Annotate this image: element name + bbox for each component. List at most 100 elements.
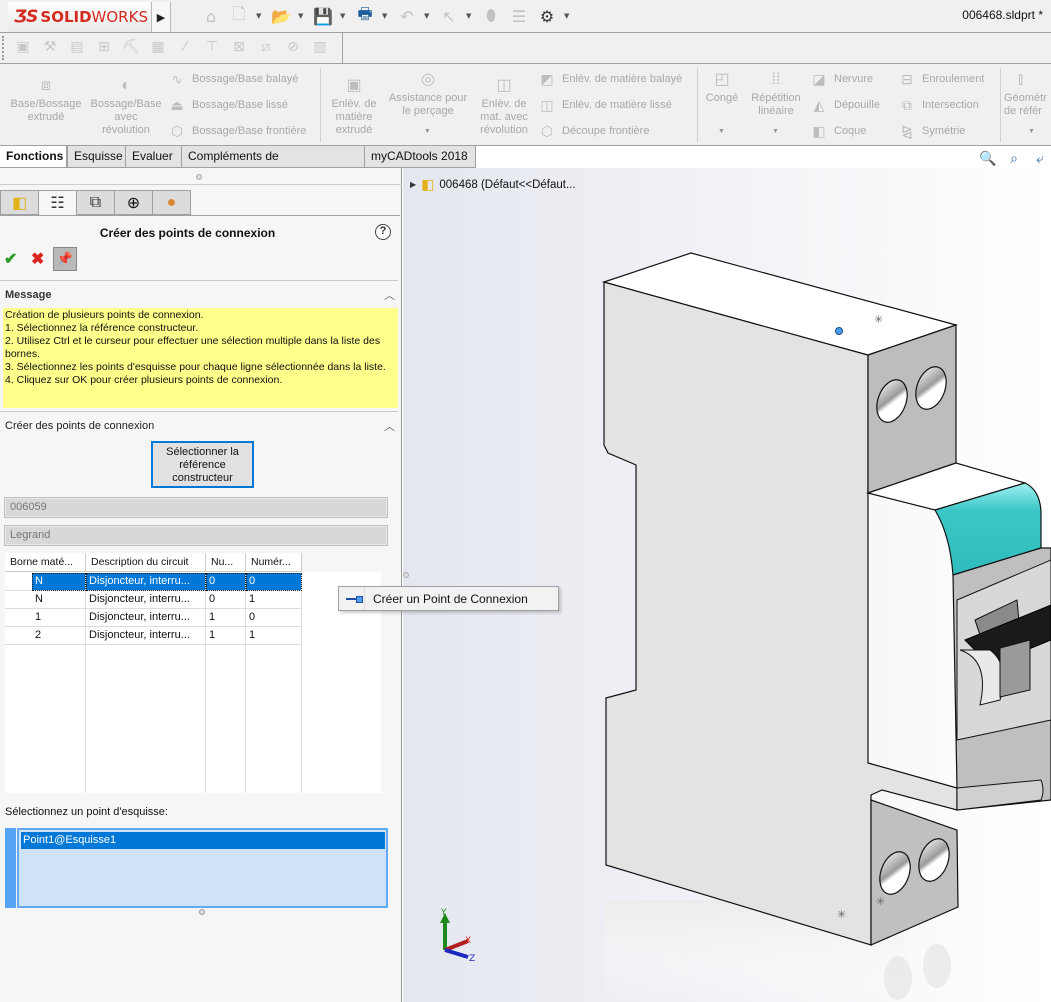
tab-property-manager[interactable]: ☷ — [38, 190, 77, 215]
options-dropdown-arrow[interactable]: ▼ — [564, 12, 572, 20]
cancel-x-icon[interactable]: ✖ — [31, 249, 44, 269]
enlev-revolution-button[interactable]: ◫ Enlèv. de mat. avec révolution — [474, 76, 534, 137]
depouille-button[interactable]: ◭ Dépouille — [810, 96, 880, 114]
gear-icon[interactable]: ⚙ — [536, 5, 558, 27]
toolbar-icon-11[interactable]: ⊘ — [284, 37, 302, 57]
revolve-icon: ◐ — [121, 77, 131, 94]
toolbar-icon-5[interactable]: ⛏ — [122, 37, 140, 57]
hole-wizard-dropdown[interactable]: ▼ — [424, 128, 431, 135]
cell-numero: 1 — [246, 591, 302, 609]
zoom-to-area-icon[interactable]: ⌕ — [1005, 150, 1023, 168]
message-section-header[interactable]: Message — [5, 289, 51, 301]
zoom-to-fit-icon[interactable]: 🔍 — [979, 150, 997, 168]
bossage-balaye-button[interactable]: ∿ Bossage/Base balayé — [168, 70, 298, 88]
new-dropdown-arrow[interactable]: ▼ — [256, 12, 264, 20]
reference-geometry-dropdown[interactable]: ▼ — [1028, 128, 1035, 135]
bossage-frontiere-button[interactable]: ⬡ Bossage/Base frontière — [168, 122, 306, 140]
collapse-chevron-icon[interactable]: ︿ — [384, 418, 395, 434]
collapse-chevron-icon[interactable]: ︿ — [384, 287, 395, 303]
table-row[interactable]: 1 Disjoncteur, interru... 1 0 — [5, 609, 381, 627]
fillet-dropdown[interactable]: ▼ — [718, 128, 725, 135]
feature-tree-root[interactable]: ▶ ◧ 006468 (Défaut<<Défaut... — [410, 176, 576, 193]
tab-configuration-manager[interactable]: ⧉ — [76, 190, 115, 215]
feature-tree-root-label: 006468 (Défaut<<Défaut... — [439, 178, 576, 191]
menu-expand-button[interactable]: ▶ — [151, 2, 171, 32]
table-row[interactable]: 2 Disjoncteur, interru... 1 1 — [5, 627, 381, 645]
pattern-dropdown[interactable]: ▼ — [772, 128, 779, 135]
toolbar-icon-6[interactable]: ▦ — [149, 37, 167, 57]
column-header-borne[interactable]: Borne maté... — [5, 553, 86, 572]
print-dropdown-arrow[interactable]: ▼ — [382, 12, 390, 20]
open-folder-icon[interactable]: 📂 — [270, 5, 292, 27]
enlev-balaye-button[interactable]: ◩ Enlèv. de matière balayé — [538, 70, 682, 88]
create-connection-point-item[interactable]: Créer un Point de Connexion — [365, 592, 528, 606]
home-icon[interactable]: ⌂ — [200, 5, 222, 27]
save-dropdown-arrow[interactable]: ▼ — [340, 12, 348, 20]
toolbar-icon-2[interactable]: ⚒ — [41, 37, 59, 57]
toolbar-icon-8[interactable]: ⊤ — [203, 37, 221, 57]
undo-icon[interactable]: ↶ — [396, 5, 418, 27]
enroulement-button[interactable]: ⊟ Enroulement — [898, 70, 984, 88]
tab-feature-manager[interactable]: ◧ — [0, 190, 39, 215]
coque-button[interactable]: ◧ Coque — [810, 122, 866, 140]
tab-complements-solidworks[interactable]: Compléments de SOLIDWORKS — [181, 146, 365, 184]
sketch-point-selection-box[interactable]: Point1@Esquisse1 — [17, 828, 388, 908]
toolbar-grip[interactable] — [2, 36, 6, 60]
panel-resize-handle-top[interactable] — [196, 174, 202, 180]
table-row[interactable]: N Disjoncteur, interru... 0 1 — [5, 591, 381, 609]
solidworks-logo[interactable]: ƷS SOLIDWORKS — [8, 2, 150, 32]
decoupe-frontiere-button[interactable]: ⬡ Découpe frontière — [538, 122, 650, 140]
part-model[interactable]: ✳ ✳ ✳ — [403, 168, 1051, 1002]
tab-evaluer[interactable]: Evaluer — [125, 146, 182, 168]
sketch-point-marker[interactable] — [835, 327, 843, 335]
toolbar-icon-12[interactable]: ▥ — [311, 37, 329, 57]
panel-splitter-handle[interactable] — [403, 572, 409, 578]
toolbar-icon-3[interactable]: ▤ — [68, 37, 86, 57]
assistance-percage-button[interactable]: ◎ Assistance pour le perçage — [384, 70, 472, 118]
toolbar-icon-9[interactable]: ⊠ — [230, 37, 248, 57]
pin-button[interactable]: 📌 — [53, 247, 77, 271]
open-dropdown-arrow[interactable]: ▼ — [298, 12, 306, 20]
toolbar-icon-10[interactable]: ⧄ — [257, 37, 275, 57]
toolbar-icon-7[interactable]: ⁄ — [176, 37, 194, 57]
panel-resize-handle-bottom[interactable] — [199, 909, 205, 915]
base-bossage-extrude-button[interactable]: ⧈ Base/Bossage extrudé — [6, 76, 86, 124]
toolbar-icon-1[interactable]: ▣ — [14, 37, 32, 57]
conge-button[interactable]: ◰ Congé — [702, 70, 742, 105]
bossage-lisse-button[interactable]: ⏏ Bossage/Base lissé — [168, 96, 288, 114]
enlev-extrude-button[interactable]: ▣ Enlèv. de matière extrudé — [326, 76, 382, 137]
expand-arrow-icon[interactable]: ▶ — [410, 180, 416, 189]
tab-display-manager[interactable]: ● — [152, 190, 191, 215]
intersection-button[interactable]: ⧉ Intersection — [898, 96, 979, 114]
tab-mycadtools-2018[interactable]: myCADtools 2018 — [364, 146, 476, 168]
column-header-description[interactable]: Description du circuit — [86, 553, 206, 572]
tab-dimxpert-manager[interactable]: ⊕ — [114, 190, 153, 215]
column-header-nu[interactable]: Nu... — [206, 553, 246, 572]
select-cursor-icon[interactable]: ↖ — [438, 5, 460, 27]
enlev-lisse-button[interactable]: ◫ Enlèv. de matière lissé — [538, 96, 671, 114]
undo-dropdown-arrow[interactable]: ▼ — [424, 12, 432, 20]
file-properties-icon[interactable]: ☰ — [508, 5, 530, 27]
connection-section-header[interactable]: Créer des points de connexion — [5, 420, 154, 432]
select-reference-button[interactable]: Sélectionner la référence constructeur — [151, 441, 254, 488]
previous-view-icon[interactable]: ⤶ — [1031, 150, 1049, 168]
repetition-lineaire-button[interactable]: ⁞⁞ Répétition linéaire — [746, 70, 806, 118]
column-header-numero[interactable]: Numér... — [246, 553, 302, 572]
rebuild-icon[interactable]: ⬮ — [480, 5, 502, 27]
select-dropdown-arrow[interactable]: ▼ — [466, 12, 474, 20]
toolbar-icon-4[interactable]: ⊞ — [95, 37, 113, 57]
help-icon[interactable]: ? — [375, 224, 391, 240]
tab-fonctions[interactable]: Fonctions — [0, 146, 67, 168]
geometrie-reference-button[interactable]: ⫾ Géométr de référ — [1004, 70, 1051, 118]
tab-esquisse[interactable]: Esquisse — [67, 146, 126, 168]
bossage-revolution-button[interactable]: ◐ Bossage/Base avec révolution — [88, 76, 164, 137]
nervure-button[interactable]: ◪ Nervure — [810, 70, 873, 88]
print-icon[interactable]: 🖶 — [354, 4, 376, 27]
selected-sketch-point[interactable]: Point1@Esquisse1 — [21, 832, 385, 849]
new-document-icon[interactable]: 🗋 — [228, 4, 250, 27]
ok-check-icon[interactable]: ✔ — [4, 249, 17, 269]
table-row[interactable]: N Disjoncteur, interru... 0 0 — [5, 573, 381, 591]
save-icon[interactable]: 💾 — [312, 5, 334, 27]
graphics-area[interactable]: ✳ ✳ ✳ — [403, 168, 1051, 1002]
symetrie-button[interactable]: ⧎ Symétrie — [898, 122, 965, 140]
